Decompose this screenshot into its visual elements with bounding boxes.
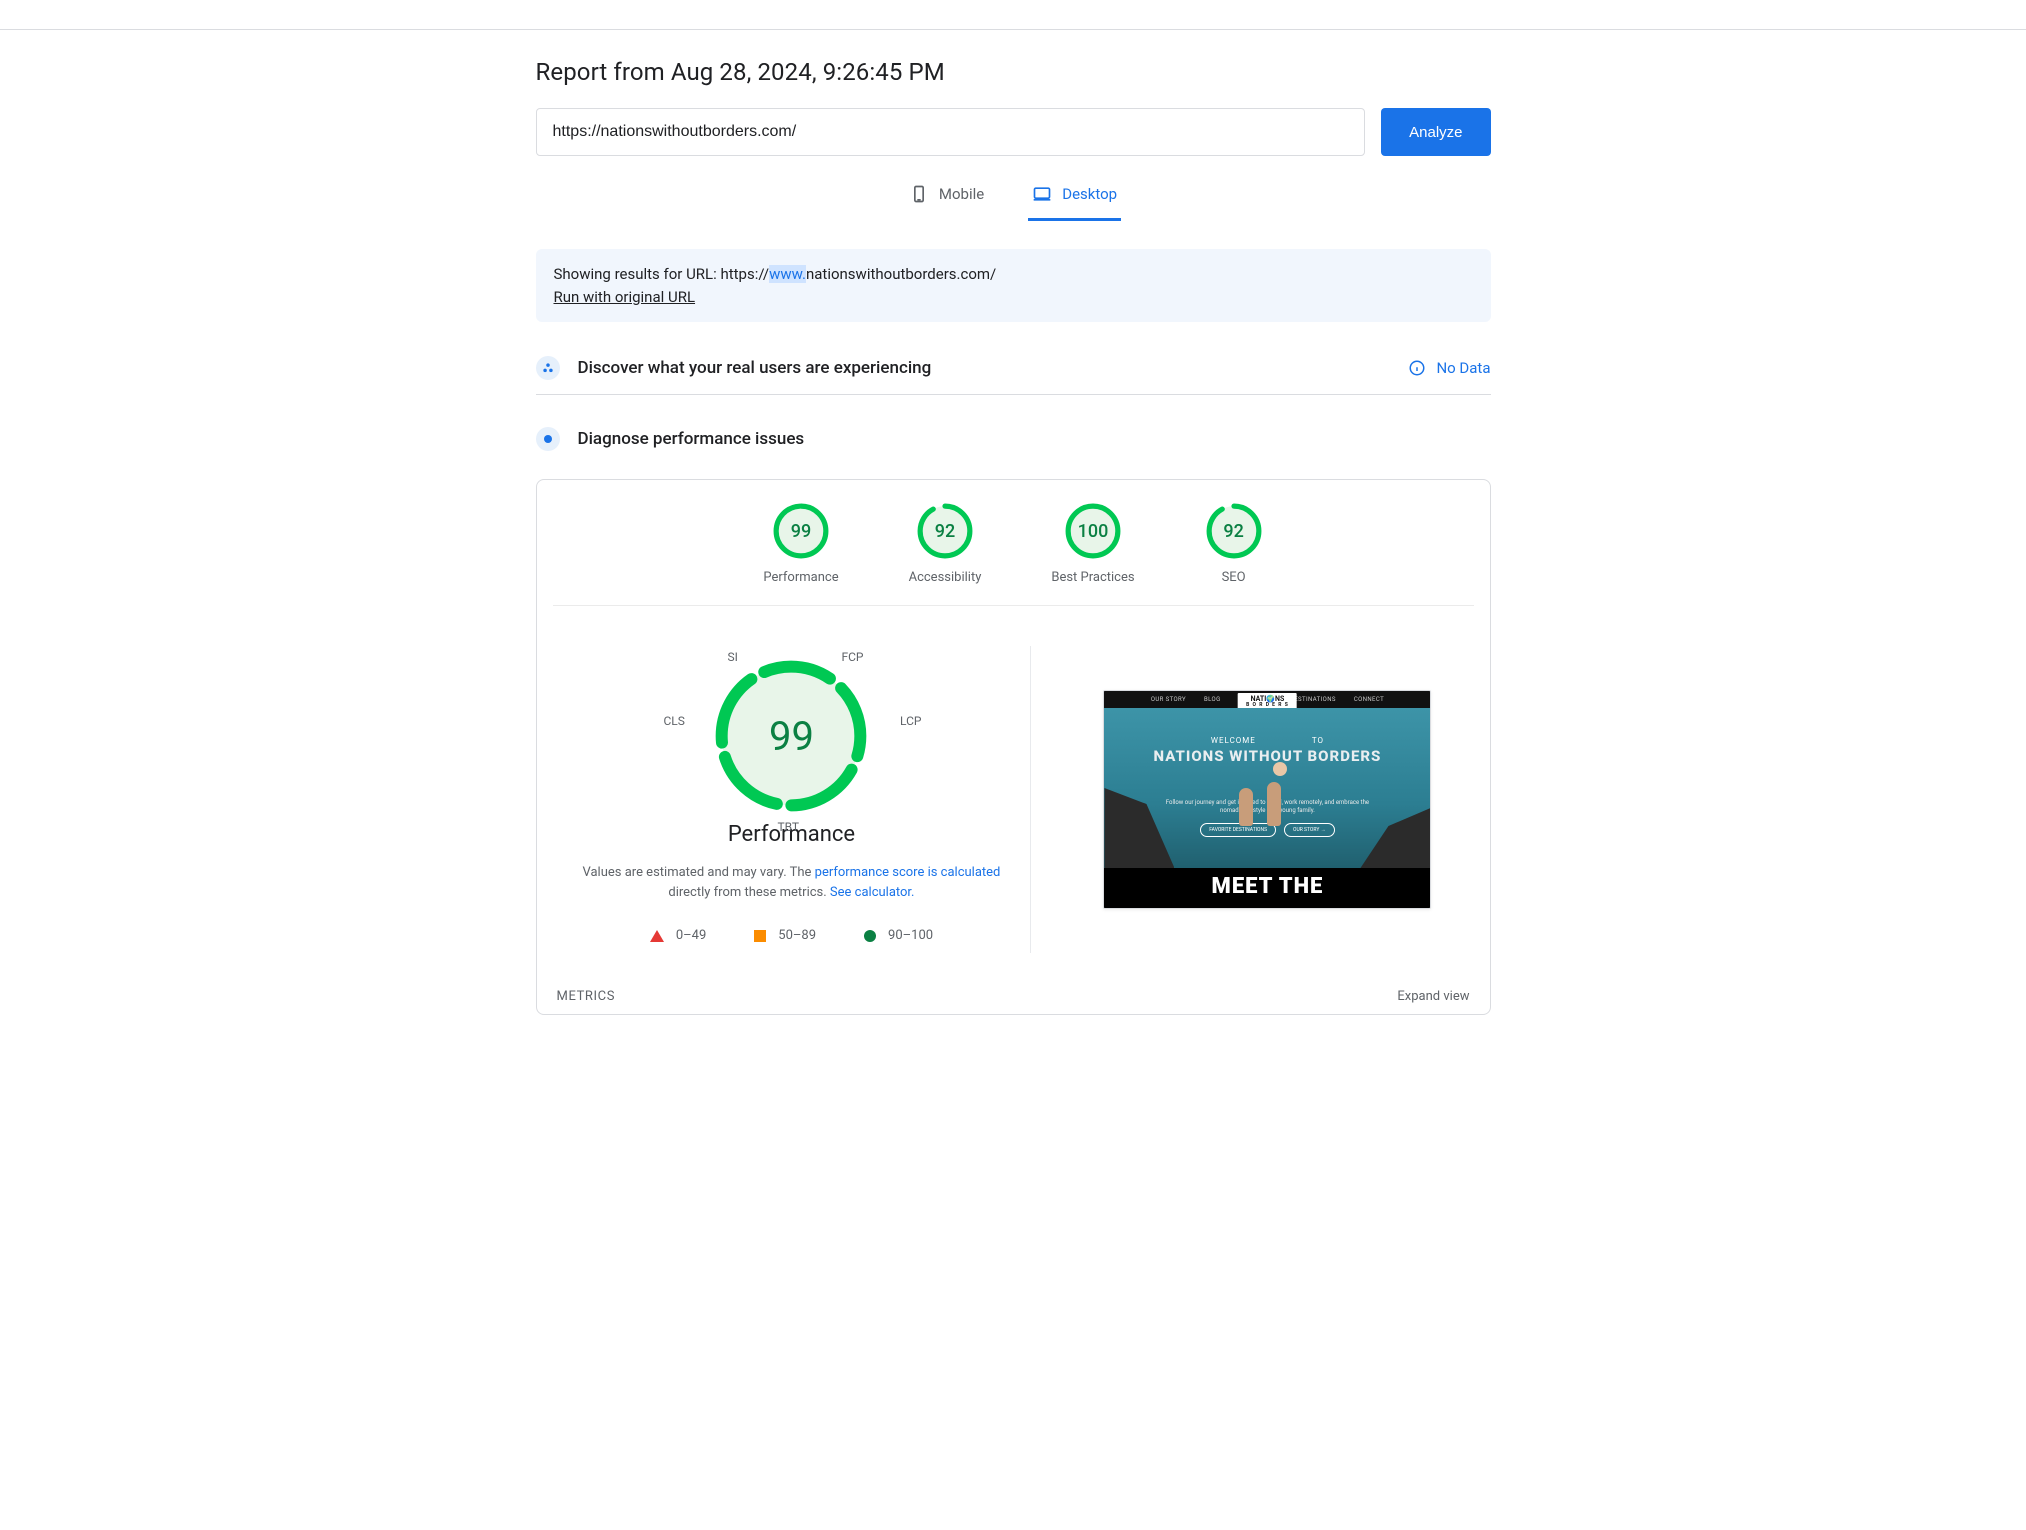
circle-green-icon [864, 930, 876, 942]
gauge-best-practices-score: 100 [1064, 502, 1122, 560]
legend-avg-label: 50–89 [778, 928, 816, 943]
performance-description: Values are estimated and may vary. The p… [553, 863, 1031, 902]
legend-fail-label: 0–49 [676, 928, 706, 943]
score-legend: 0–49 50–89 90–100 [553, 928, 1031, 943]
square-orange-icon [754, 930, 766, 942]
thumb-family-figure [1227, 766, 1307, 826]
url-redirect-notice: Showing results for URL: https://www.nat… [536, 249, 1491, 322]
thumb-nav-1: BLOG [1204, 696, 1221, 703]
tab-desktop-label: Desktop [1062, 185, 1117, 203]
thumb-nav-0: OUR STORY [1151, 696, 1186, 703]
notice-prefix: Showing results for URL: https:// [554, 265, 770, 283]
notice-www-highlight: www. [769, 265, 806, 283]
gauge-seo[interactable]: 92 SEO [1205, 502, 1263, 585]
device-tabs: Mobile Desktop [536, 184, 1491, 221]
thumb-big-title: NATIONS WITHOUT BORDERS [1154, 747, 1382, 765]
crux-title: Discover what your real users are experi… [578, 358, 1391, 378]
category-gauges: 99 Performance 92 Accessibility 100 Best Prac… [553, 502, 1474, 606]
performance-big-gauge: 99 [711, 656, 871, 816]
diagnose-section-header: Diagnose performance issues [536, 417, 1491, 465]
legend-pass: 90–100 [864, 928, 933, 943]
crux-section-header: Discover what your real users are experi… [536, 346, 1491, 395]
gauge-performance[interactable]: 99 Performance [763, 502, 838, 585]
perf-desc-mid: directly from these metrics. [668, 885, 830, 900]
gauge-seo-label: SEO [1205, 570, 1263, 585]
perf-calc-link[interactable]: performance score is calculated [815, 865, 1001, 880]
crux-nodata[interactable]: No Data [1408, 359, 1490, 377]
site-screenshot-thumbnail: OUR STORY BLOG XXXXXXXX DESTINATIONS CON… [1103, 690, 1431, 909]
crux-icon [536, 356, 560, 380]
see-calculator-link[interactable]: See calculator. [830, 885, 915, 900]
thumb-welcome: WELCOME [1211, 736, 1256, 745]
info-icon [1408, 359, 1426, 377]
gauge-accessibility-score: 92 [916, 502, 974, 560]
url-input[interactable] [536, 108, 1366, 156]
metrics-label: METRICS [557, 989, 616, 1004]
gauge-accessibility-label: Accessibility [909, 570, 982, 585]
gauge-best-practices-label: Best Practices [1051, 570, 1134, 585]
run-original-url-link[interactable]: Run with original URL [554, 288, 696, 306]
crux-nodata-label: No Data [1436, 359, 1490, 377]
metrics-header-row: METRICS Expand view [553, 989, 1474, 1004]
page-title: Report from Aug 28, 2024, 9:26:45 PM [536, 58, 1491, 86]
gauge-performance-score: 99 [772, 502, 830, 560]
metric-cls-label: CLS [663, 714, 684, 728]
triangle-red-icon [650, 930, 664, 942]
performance-detail-row: SI FCP CLS LCP TBT 99 Performance [553, 646, 1474, 953]
gauge-seo-score: 92 [1205, 502, 1263, 560]
diagnose-title: Diagnose performance issues [578, 429, 1491, 449]
desktop-icon [1032, 184, 1052, 204]
metric-tbt-label: TBT [777, 820, 799, 834]
legend-average: 50–89 [754, 928, 816, 943]
lighthouse-report: 99 Performance 92 Accessibility 100 Best Prac… [536, 479, 1491, 1015]
expand-view-toggle[interactable]: Expand view [1397, 989, 1469, 1004]
gauge-accessibility[interactable]: 92 Accessibility [909, 502, 982, 585]
url-analyze-row: Analyze [536, 108, 1491, 156]
thumb-nav: OUR STORY BLOG XXXXXXXX DESTINATIONS CON… [1104, 691, 1430, 708]
legend-fail: 0–49 [650, 928, 706, 943]
gauge-best-practices[interactable]: 100 Best Practices [1051, 502, 1134, 585]
notice-suffix: nationswithoutborders.com/ [806, 265, 996, 283]
thumb-meet: MEET THE [1104, 868, 1430, 908]
thumb-to: TO [1312, 736, 1324, 745]
top-divider [0, 0, 2026, 30]
gauge-performance-label: Performance [763, 570, 838, 585]
tab-desktop[interactable]: Desktop [1028, 184, 1121, 221]
metric-lcp-label: LCP [900, 714, 921, 728]
legend-pass-label: 90–100 [888, 928, 933, 943]
perf-desc-prefix: Values are estimated and may vary. The [583, 865, 815, 880]
analyze-button[interactable]: Analyze [1381, 108, 1490, 156]
tab-mobile-label: Mobile [939, 185, 984, 203]
tab-mobile[interactable]: Mobile [905, 184, 988, 221]
thumb-nav-3: CONNECT [1354, 696, 1384, 703]
performance-big-score: 99 [711, 656, 871, 816]
thumb-hero: WELCOME TO NATIONS WITHOUT BORDERS Follo… [1104, 708, 1430, 868]
mobile-icon [909, 184, 929, 204]
diagnose-icon [536, 427, 560, 451]
